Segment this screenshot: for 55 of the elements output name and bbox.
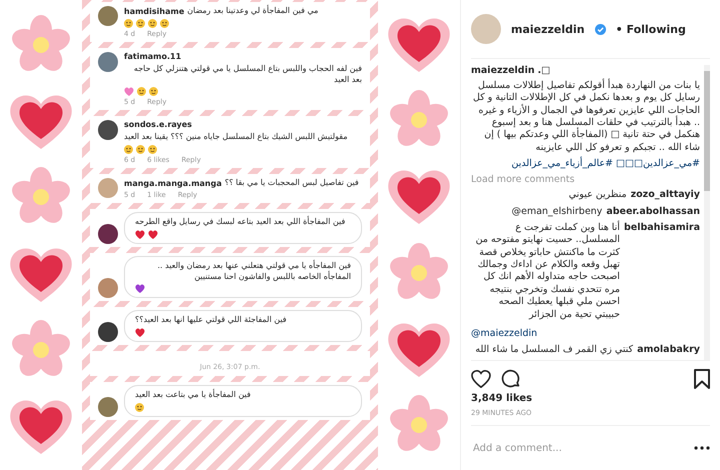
- caption-suffix: .□: [538, 65, 550, 76]
- avatar: [98, 224, 118, 244]
- heart-emoji-icon: [135, 328, 145, 338]
- face-emoji-icon: [124, 18, 133, 28]
- scrollbar[interactable]: [704, 65, 710, 360]
- username: manga.manga.manga: [124, 179, 222, 188]
- face-emoji-icon: [136, 18, 145, 28]
- avatar: [98, 120, 118, 140]
- likes-count[interactable]: 3,849 likes: [471, 393, 710, 404]
- comment-username[interactable]: belbahisamira: [624, 222, 700, 234]
- comment-username[interactable]: abeer.abolhassan: [606, 206, 700, 217]
- follow-status[interactable]: • Following: [616, 22, 686, 36]
- avatar: [98, 6, 118, 26]
- comment-text: @eman_elshirbeny: [510, 206, 602, 218]
- caption-username[interactable]: maiezzeldin: [471, 65, 535, 76]
- comment-username[interactable]: zozo_alttayiy: [630, 189, 700, 200]
- comment-text: مي فين المفاجأة لي وعدتينا بعد رمضان: [187, 6, 318, 17]
- face-emoji-icon: [148, 145, 157, 154]
- message-text: فين المفاجأة يا مي بتاعت بعد العيد: [135, 390, 251, 401]
- face-emoji-icon: [124, 145, 133, 154]
- avatar: [98, 178, 118, 198]
- face-emoji-icon: [136, 145, 145, 154]
- comment-text: مقولتيش اللبس الشيك بتاع المسلسل جاياه منين ؟؟؟ يقينا بعد العيد: [124, 132, 348, 144]
- face-emoji-icon: [160, 18, 169, 28]
- bookmark-icon[interactable]: [694, 369, 710, 389]
- comment-text: منظرين عيوني: [568, 189, 627, 202]
- username: sondos.e.rayes: [124, 120, 192, 130]
- hashtag-link[interactable]: #مي_عزالدين□□□ #عالم_أزياء_مي_عزالدين: [511, 158, 700, 170]
- avatar: [98, 322, 118, 342]
- message-text: فين المفاجأه يا مي قولتي هتعلني عنها بعد رمضان والعيد .. المفاجأه الخاصه باللبس والفاشون احنا مستنيين: [156, 260, 351, 282]
- more-options-icon[interactable]: [694, 446, 710, 450]
- face-emoji-icon: [137, 87, 146, 96]
- message-text: فين المفاجأة اللي بعد العيد بتاعه لبسك في رسايل واقع الطرحه: [135, 216, 346, 228]
- heart-icon[interactable]: [471, 370, 491, 388]
- heart-emoji-icon: [135, 284, 145, 294]
- comment-username[interactable]: amolabakry: [637, 344, 700, 355]
- profile-username[interactable]: maiezzeldin: [511, 22, 585, 36]
- scrollbar-thumb[interactable]: [704, 71, 710, 191]
- comment-text: فين لفه الحجاب واللبس بتاع المسلسل يا مي قولتي هتنزلي كل حاجه بعد العيد: [132, 64, 362, 86]
- face-emoji-icon: [135, 402, 144, 412]
- avatar: [98, 278, 118, 298]
- face-emoji-icon: [149, 87, 158, 96]
- avatar: [98, 396, 118, 417]
- avatar: [98, 52, 118, 72]
- heart-emoji-icon: [124, 87, 134, 96]
- mention-link[interactable]: @maiezzeldin: [471, 328, 538, 339]
- face-emoji-icon: [148, 18, 157, 28]
- comment-text: كنتي زي القمر ف المسلسل ما شاء الله: [474, 344, 634, 356]
- comment-text: فين تفاصيل لبس المحجبات يا مي بقا ؟؟: [224, 178, 359, 189]
- username: fatimamo.11: [124, 52, 182, 61]
- comment-text: أنا هنا وين كملت تفرجت ع المسلسل.. حسيت نهايتو مفتوحه من كثرت ما ماكنتش حاباتو يخلاص قصة تهبل وقعه والكلام عن اداءك وجمالك اصبحت حاجه متداوله الأهم انك كل مره تتحدي نفسك وتخرجي بنتيجه احسن ملي قبلها يعطيك الصحه حبيبتي تحية من الجزائر: [474, 222, 620, 321]
- message-text: فين المفاجئة اللي قولتي عليها انها بعد العيد؟؟: [135, 315, 286, 326]
- comment-icon[interactable]: [501, 369, 521, 389]
- caption-text: يا بنات من النهاردة هبدأ أقولكم تفاصيل إطلالات مسلسل رسايل كل يوم و بعدها نكمل في كل الإطلالات التانية و كل الحاجات اللي عايزين تعرفوها في الجمال و الأزياء و غيره .. هبدأ بالترتيب في حلقات المسلسل هنا و بعد إسبوع هنكمل في حتة تانية □ (المفاجأة اللي وعدتكم بيها ) إن شاء الله .. تجبكم و تعرفو كل اللي عايزينه: [472, 80, 700, 154]
- username: hamdisihame: [124, 6, 184, 16]
